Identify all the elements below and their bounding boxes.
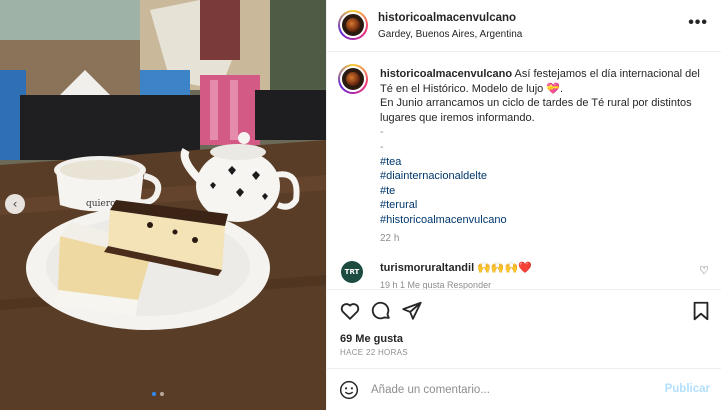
tea-photo-illustration: quiero bbox=[0, 0, 326, 410]
like-count[interactable]: 69 Me gusta bbox=[340, 333, 403, 345]
bookmark-icon[interactable] bbox=[690, 300, 712, 322]
caption-dash: - bbox=[380, 126, 384, 139]
avatar[interactable] bbox=[338, 10, 368, 40]
caption-dash: - bbox=[380, 140, 384, 153]
carousel-prev-button[interactable]: ‹ bbox=[5, 194, 25, 214]
caption-line-2: En Junio arrancamos un ciclo de tardes d… bbox=[380, 97, 692, 124]
hashtag-link[interactable]: #terural bbox=[380, 198, 715, 213]
post-location[interactable]: Gardey, Buenos Aires, Argentina bbox=[378, 29, 522, 40]
caption-avatar[interactable] bbox=[338, 64, 368, 94]
instagram-post-modal: quiero ‹ historicoalmacenvulcano Gardey,… bbox=[0, 0, 721, 410]
hashtag-link[interactable]: #historicoalmacenvulcano bbox=[380, 213, 715, 228]
hashtag-link[interactable]: #te bbox=[380, 184, 715, 199]
more-horizontal-icon[interactable]: ••• bbox=[688, 14, 708, 32]
emoji-icon[interactable] bbox=[339, 380, 359, 400]
add-comment-bar: Publicar bbox=[327, 368, 721, 410]
carousel-dot bbox=[160, 392, 164, 396]
comment-avatar[interactable]: TRT bbox=[341, 261, 363, 283]
hashtag-link[interactable]: #diainternacionaldelte bbox=[380, 169, 715, 184]
heart-icon[interactable]: ♡ bbox=[699, 264, 709, 277]
post-caption: historicoalmacenvulcano Así festejamos e… bbox=[380, 67, 715, 246]
caption-timestamp[interactable]: 22 h bbox=[380, 232, 715, 247]
comment-text: turismoruraltandil 🙌🙌🙌❤️ bbox=[380, 261, 532, 274]
comment-input[interactable] bbox=[371, 380, 651, 400]
carousel-dots bbox=[152, 392, 164, 396]
mug-lettering: quiero bbox=[86, 199, 115, 209]
comment-username[interactable]: turismoruraltandil bbox=[380, 262, 474, 274]
publish-button[interactable]: Publicar bbox=[665, 383, 710, 395]
action-bar bbox=[327, 289, 721, 331]
post-time-ago[interactable]: HACE 22 HORAS bbox=[340, 348, 408, 357]
share-icon[interactable] bbox=[401, 300, 423, 322]
hashtag-link[interactable]: #tea bbox=[380, 155, 715, 170]
comment-body: 🙌🙌🙌❤️ bbox=[477, 262, 532, 274]
chevron-left-icon: ‹ bbox=[12, 197, 18, 211]
comment-icon[interactable] bbox=[370, 300, 392, 322]
post-detail-panel: historicoalmacenvulcano Gardey, Buenos A… bbox=[326, 0, 721, 410]
carousel-dot bbox=[152, 392, 156, 396]
post-username[interactable]: historicoalmacenvulcano bbox=[378, 12, 516, 24]
post-photo[interactable]: quiero ‹ bbox=[0, 0, 326, 410]
heart-icon[interactable] bbox=[339, 300, 361, 322]
caption-username[interactable]: historicoalmacenvulcano bbox=[380, 68, 512, 80]
comment-item: TRT turismoruraltandil 🙌🙌🙌❤️ ♡ 19 h 1 Me… bbox=[338, 258, 713, 290]
post-header: historicoalmacenvulcano Gardey, Buenos A… bbox=[327, 0, 721, 52]
